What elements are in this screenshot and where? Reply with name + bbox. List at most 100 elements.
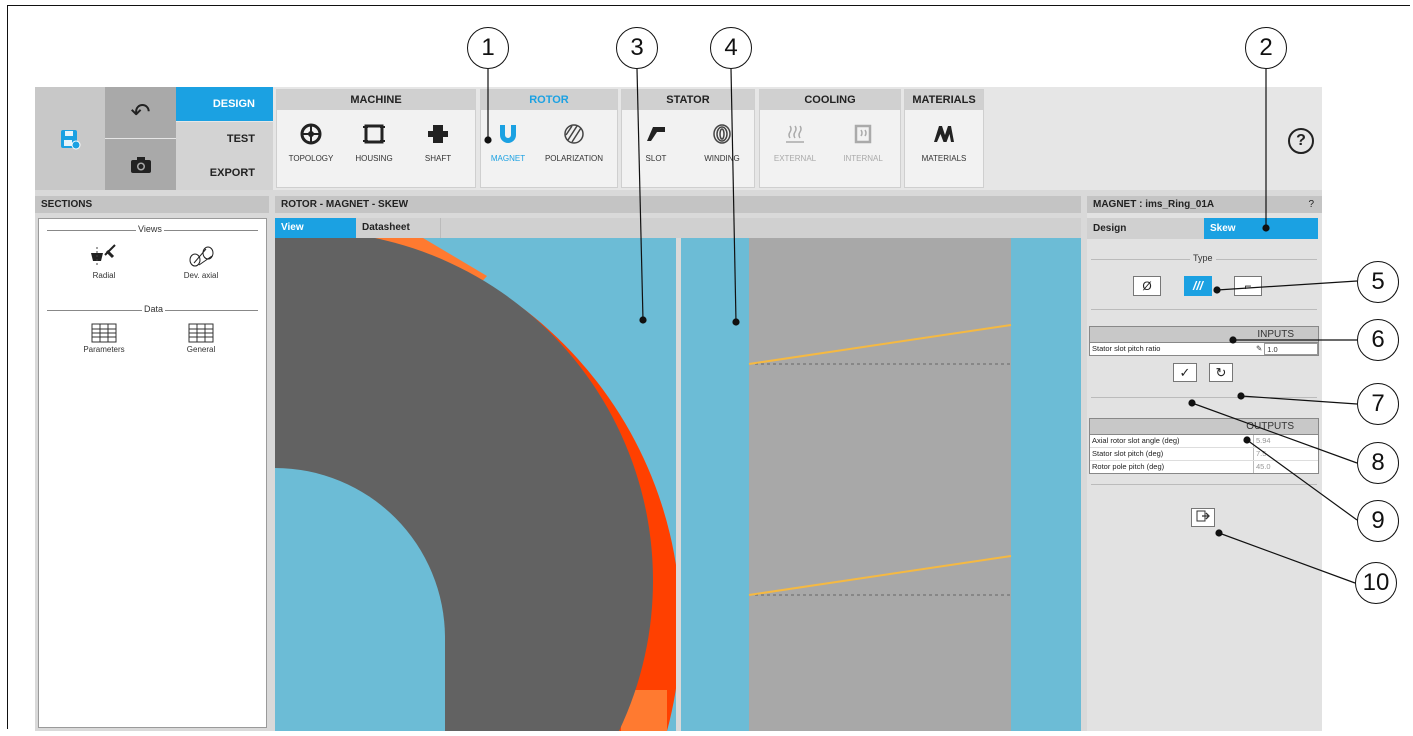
view-canvas[interactable] (275, 238, 1081, 731)
editor-help-icon[interactable]: ? (1308, 196, 1314, 213)
mode-export[interactable]: EXPORT (176, 156, 273, 190)
export-button[interactable] (1191, 508, 1215, 527)
shaft-icon (428, 125, 448, 143)
tab-skew[interactable]: Skew (1204, 218, 1318, 239)
magnet-label: MAGNET (490, 154, 526, 163)
dev-axial-view-icon (189, 246, 214, 267)
output-value: 5.94 (1256, 436, 1271, 445)
callout-10: 10 (1355, 562, 1397, 604)
parameters-label: Parameters (83, 345, 125, 354)
export-icon (1196, 510, 1210, 522)
output-row: Rotor pole pitch (deg) 45.0 (1090, 461, 1318, 473)
output-row: Axial rotor slot angle (deg) 5.94 (1090, 435, 1318, 448)
stator-group-title: STATOR (622, 90, 754, 110)
magnet-editor-panel: MAGNET : ims_Ring_01A ? Design Skew Type… (1087, 196, 1322, 731)
internal-cooling-label: INTERNAL (843, 154, 883, 163)
sections-title: SECTIONS (35, 196, 269, 213)
main-view-title: ROTOR - MAGNET - SKEW (275, 196, 1081, 213)
output-label: Axial rotor slot angle (deg) (1090, 435, 1254, 447)
no-skew-button[interactable]: Ø (1133, 276, 1161, 296)
rotor-group-title: ROTOR (481, 90, 617, 110)
inputs-title: INPUTS (1090, 327, 1318, 343)
slot-label: SLOT (645, 154, 667, 163)
polarization-button[interactable]: POLARIZATION (533, 114, 615, 163)
polarization-label: POLARIZATION (544, 154, 604, 163)
reset-button[interactable]: ↻ (1209, 363, 1233, 382)
apply-button[interactable]: ✓ (1173, 363, 1197, 382)
data-group-label: Data (142, 304, 166, 314)
topology-button[interactable]: TOPOLOGY (283, 114, 339, 163)
external-cooling-button[interactable]: EXTERNAL (764, 114, 826, 163)
machine-group: MACHINE TOPOLOGY HOUSING SHAFT (276, 89, 476, 188)
axial-magnet-band (749, 238, 1011, 731)
general-data-item[interactable]: General (161, 323, 241, 354)
dev-axial-view-label: Dev. axial (183, 271, 219, 280)
rotor-group: ROTOR MAGNET POLARIZATION (480, 89, 618, 188)
materials-group-title: MATERIALS (905, 90, 983, 110)
magnet-icon (500, 125, 516, 143)
shaft-button[interactable]: SHAFT (413, 114, 463, 163)
tab-design[interactable]: Design (1087, 218, 1204, 239)
radial-view-item[interactable]: Radial (64, 243, 144, 280)
internal-cooling-icon (854, 124, 872, 144)
topology-icon (300, 123, 322, 145)
housing-icon (363, 124, 385, 144)
callout-7: 7 (1357, 383, 1399, 425)
reset-icon: ↻ (1215, 365, 1227, 380)
save-button[interactable] (35, 87, 105, 190)
general-label: General (186, 345, 216, 354)
callout-4: 4 (710, 27, 752, 69)
materials-button[interactable]: MATERIALS (911, 114, 977, 163)
outputs-title: OUTPUTS (1090, 419, 1318, 435)
editor-title-bar: MAGNET : ims_Ring_01A ? (1087, 196, 1322, 213)
inputs-divider (1091, 309, 1317, 310)
mode-design[interactable]: DESIGN (176, 87, 273, 121)
output-label: Stator slot pitch (deg) (1090, 448, 1254, 460)
cooling-group: COOLING EXTERNAL INTERNAL (759, 89, 901, 188)
undo-button[interactable]: ↶ (105, 87, 176, 138)
winding-button[interactable]: WINDING (696, 114, 748, 163)
export-divider (1091, 484, 1317, 485)
stator-slot-pitch-ratio-label: Stator slot pitch ratio (1092, 344, 1161, 353)
help-icon[interactable]: ? (1288, 128, 1314, 154)
callout-9: 9 (1357, 500, 1399, 542)
sections-panel: SECTIONS Views Radial Dev. axial Data Pa… (35, 196, 269, 731)
external-cooling-icon (786, 125, 804, 143)
winding-icon (713, 124, 731, 144)
view-drawing (275, 238, 1081, 731)
main-view-panel: ROTOR - MAGNET - SKEW View Datasheet (275, 196, 1081, 731)
editor-title: MAGNET : ims_Ring_01A (1093, 199, 1215, 210)
internal-cooling-button[interactable]: INTERNAL (832, 114, 894, 163)
input-row: Stator slot pitch ratio ✎ 1.0 (1090, 343, 1318, 355)
outputs-table: OUTPUTS Axial rotor slot angle (deg) 5.9… (1089, 418, 1319, 474)
output-value: 45.0 (1256, 462, 1271, 471)
camera-icon (130, 156, 151, 173)
magnet-button[interactable]: MAGNET (485, 114, 531, 163)
main-view-tabs: View Datasheet (275, 218, 1081, 238)
tab-datasheet[interactable]: Datasheet (356, 218, 441, 238)
check-icon: ✓ (1179, 365, 1191, 380)
topology-label: TOPOLOGY (288, 154, 334, 163)
shaft-label: SHAFT (424, 154, 452, 163)
mode-test[interactable]: TEST (176, 122, 273, 156)
housing-button[interactable]: HOUSING (349, 114, 399, 163)
linear-skew-button[interactable]: /// (1184, 276, 1212, 296)
undo-icon: ↶ (130, 99, 151, 126)
callout-8: 8 (1357, 442, 1399, 484)
stator-slot-pitch-ratio-input[interactable]: 1.0 (1264, 343, 1318, 355)
tab-view[interactable]: View (275, 218, 356, 238)
cooling-group-title: COOLING (760, 90, 900, 110)
view-splitter (676, 238, 681, 731)
slot-icon (647, 127, 665, 141)
camera-button[interactable] (105, 139, 176, 190)
ribbon-toolbar: ↶ DESIGN TEST EXPORT MACHINE TOPOLOGY HO… (35, 87, 1322, 190)
radial-view-icon (91, 244, 116, 267)
output-value: 7.5 (1256, 449, 1267, 458)
dev-axial-view-item[interactable]: Dev. axial (161, 243, 241, 280)
slot-button[interactable]: SLOT (636, 114, 676, 163)
callout-6: 6 (1357, 319, 1399, 361)
parameters-data-item[interactable]: Parameters (64, 323, 144, 354)
edit-icon: ✎ (1256, 344, 1263, 353)
table-icon (91, 323, 117, 343)
step-skew-button[interactable]: ⌐ (1234, 276, 1262, 296)
